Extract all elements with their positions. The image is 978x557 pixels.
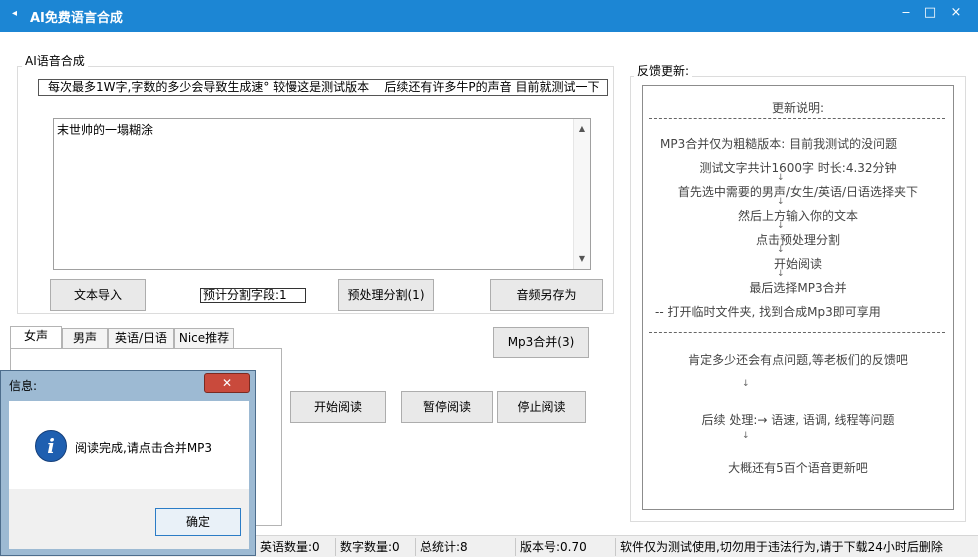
digit-count: 数字数量:0 [335,538,415,556]
arrow-down-icon: ↓ [777,197,785,207]
save-audio-as-button[interactable]: 音频另存为 [490,279,603,311]
feedback-followup: 后续 处理:→ 语速, 语调, 线程等问题 [701,413,895,427]
segments-field: 预计分割字段:1 [200,288,306,303]
feedback-divider [649,332,945,333]
notice-text: 每次最多1W字,字数的多少会导致生成速° 较慢这是测试版本 后续还有许多牛P的声… [38,79,608,96]
arrow-down-icon: ↓ [777,269,785,279]
arrow-down-icon: ↓ [742,431,750,441]
maximize-button[interactable]: □ [918,2,942,24]
stop-reading-button[interactable]: 停止阅读 [497,391,586,423]
tab-female[interactable]: 女声 [10,326,62,349]
scroll-down-icon[interactable]: ▼ [574,251,590,267]
feedback-line: 测试文字共计1600字 时长:4.32分钟 [699,161,897,175]
text-input-area[interactable]: 末世帅的一塌糊涂 ▲ ▼ [53,118,591,270]
total-count: 总统计:8 [415,538,515,556]
dialog-footer: 确定 [9,489,249,549]
feedback-line: 点击预处理分割 [755,233,840,247]
app-icon: ◂ [12,8,18,19]
dialog-title: 信息: [9,379,38,393]
minimize-button[interactable]: ‒ [894,2,918,24]
title-bar: ◂ AI免费语言合成 ‒ □ × [0,0,978,32]
tab-male[interactable]: 男声 [62,328,108,348]
feedback-future: 大概还有5百个语音更新吧 [728,461,868,475]
import-text-button[interactable]: 文本导入 [50,279,146,311]
tab-english-japanese[interactable]: 英语/日语 [108,328,174,348]
arrow-down-icon: ↓ [777,245,785,255]
text-scrollbar[interactable]: ▲ ▼ [573,119,590,269]
preprocess-split-button[interactable]: 预处理分割(1) [338,279,434,311]
mp3-merge-button[interactable]: Mp3合并(3) [493,327,589,358]
feedback-line: -- 打开临时文件夹, 找到合成Mp3即可享用 [655,305,881,319]
arrow-down-icon: ↓ [742,379,750,389]
english-count: 英语数量:0 [255,538,335,556]
feedback-group-title: 反馈更新: [634,62,693,79]
feedback-list: 更新说明: MP3合并仅为粗糙版本: 目前我测试的没问题 测试文字共计1600字… [642,85,954,510]
window-title: AI免费语言合成 [30,11,123,26]
dialog-body: i 阅读完成,请点击合并MP3 [9,401,249,489]
text-input-value: 末世帅的一塌糊涂 [57,123,154,137]
feedback-divider [649,118,945,119]
synth-group-title: AI语音合成 [22,52,88,69]
feedback-line: MP3合并仅为粗糙版本: 目前我测试的没问题 [660,137,898,151]
info-dialog: 信息: ✕ i 阅读完成,请点击合并MP3 确定 [0,370,256,556]
arrow-down-icon: ↓ [777,221,785,231]
feedback-line: 首先选中需要的男声/女生/英语/日语选择夹下 [677,185,919,199]
pause-reading-button[interactable]: 暂停阅读 [401,391,493,423]
scroll-up-icon[interactable]: ▲ [574,121,590,137]
feedback-heading: 更新说明: [771,101,825,115]
info-icon: i [35,430,67,462]
dialog-close-button[interactable]: ✕ [204,373,250,393]
ok-button[interactable]: 确定 [155,508,241,536]
feedback-line: 开始阅读 [773,257,822,271]
dialog-message: 阅读完成,请点击合并MP3 [75,441,213,455]
feedback-line: 最后选择MP3合并 [749,281,847,295]
tab-nice-recommend[interactable]: Nice推荐 [174,328,234,348]
start-reading-button[interactable]: 开始阅读 [290,391,386,423]
feedback-question: 肯定多少还会有点问题,等老板们的反馈吧 [688,353,908,367]
close-button[interactable]: × [944,2,968,24]
disclaimer-text: 软件仅为测试使用,切勿用于违法行为,请于下载24小时后删除 [615,538,978,556]
version-number: 版本号:0.70 [515,538,615,556]
feedback-line: 然后上方输入你的文本 [737,209,858,223]
arrow-down-icon: ↓ [777,173,785,183]
